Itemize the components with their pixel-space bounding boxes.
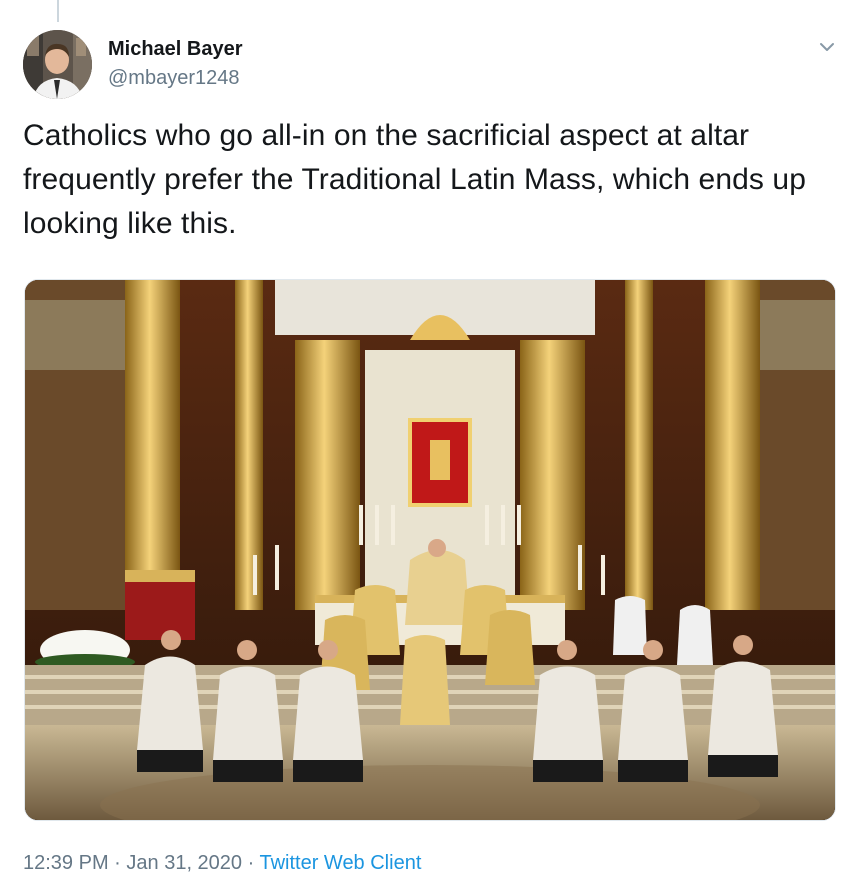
tweet-photo[interactable] (24, 279, 836, 821)
author-display-name[interactable]: Michael Bayer (108, 38, 243, 61)
tweet-date[interactable]: Jan 31, 2020 (126, 852, 242, 874)
tweet-text: Catholics who go all-in on the sacrifici… (23, 119, 806, 240)
source-client-link[interactable]: Twitter Web Client (259, 852, 421, 874)
thread-connector-line (57, 0, 59, 22)
author-handle[interactable]: @mbayer1248 (108, 67, 239, 90)
separator: · (108, 852, 127, 874)
tweet-metadata: 12:39 PM · Jan 31, 2020 · Twitter Web Cl… (23, 852, 421, 875)
tweet-time[interactable]: 12:39 PM (23, 852, 109, 874)
altar-mass-photo (25, 280, 835, 820)
separator: · (242, 852, 260, 874)
avatar[interactable] (23, 30, 92, 99)
chevron-down-icon[interactable] (818, 38, 836, 56)
avatar-photo (23, 30, 92, 99)
